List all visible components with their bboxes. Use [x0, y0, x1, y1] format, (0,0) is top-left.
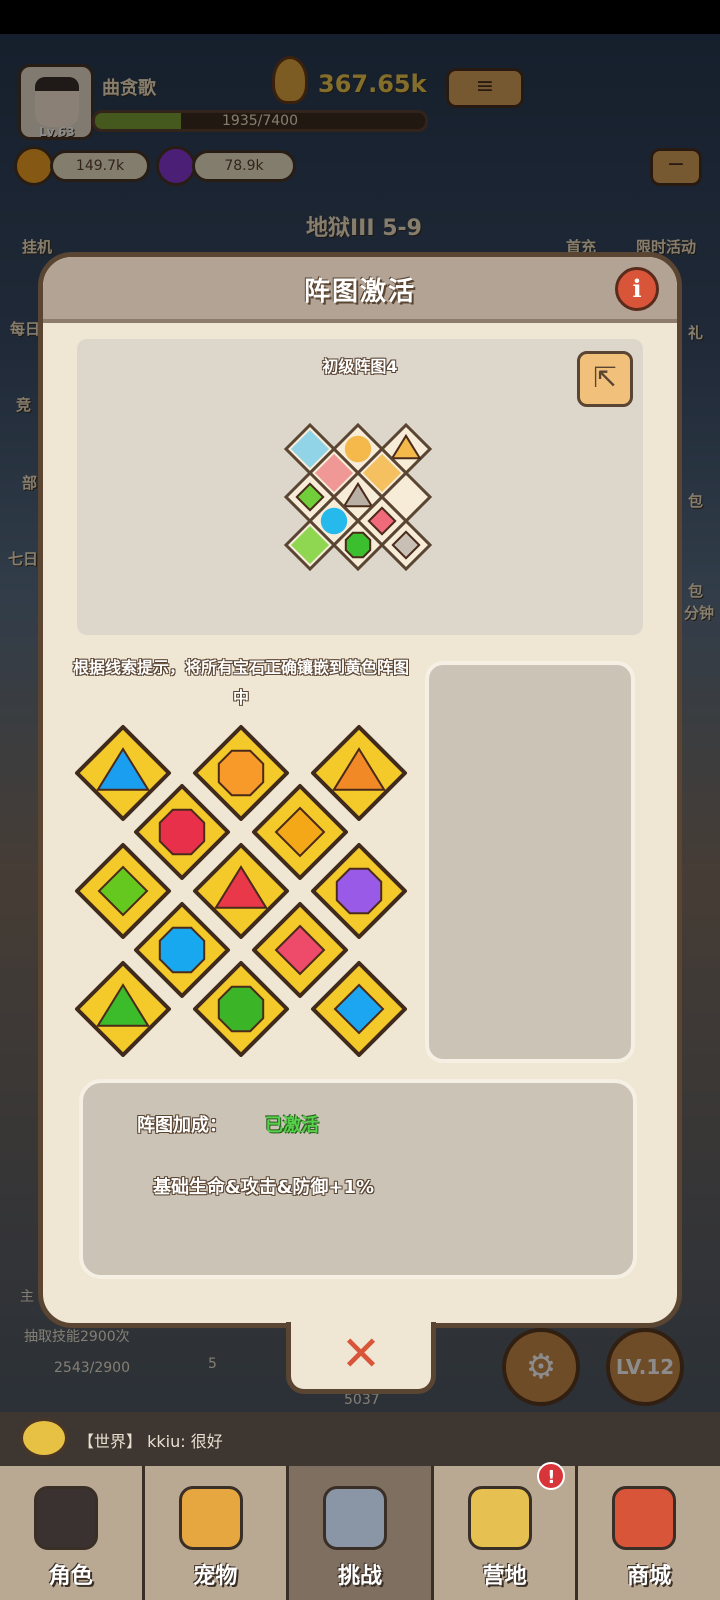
- dialog-header: 阵图激活 i: [43, 257, 677, 323]
- chat-text: kkiu: 很好: [147, 1432, 223, 1451]
- info-icon[interactable]: i: [615, 267, 659, 311]
- nav-label: 商城: [627, 1564, 672, 1589]
- nav-label: 宠物: [193, 1564, 238, 1589]
- pet-icon: [178, 1486, 243, 1550]
- chat-channel: 【世界】: [78, 1432, 143, 1451]
- close-icon: ✕: [340, 1326, 382, 1382]
- bonus-panel: 阵图加成： 已激活 基础生命&攻击&防御+1%: [79, 1079, 637, 1279]
- nav-label: 营地: [482, 1564, 527, 1589]
- formation-preview-panel: 初级阵图4 ⇱: [77, 339, 643, 635]
- gem-circle: [344, 435, 372, 463]
- chat-bar[interactable]: 【世界】 kkiu: 很好: [0, 1412, 720, 1468]
- sword-icon: [323, 1486, 388, 1550]
- notification-badge: !: [537, 1462, 566, 1490]
- bottom-nav: 角色 宠物 挑战 ! 营地 商城: [0, 1462, 720, 1600]
- bonus-label: 阵图加成：: [137, 1115, 227, 1136]
- nav-label: 挑战: [337, 1564, 382, 1589]
- status-bar: [0, 0, 720, 34]
- gem-octagon[interactable]: [217, 749, 265, 797]
- nav-shop[interactable]: 商城: [578, 1466, 720, 1600]
- formation-activation-dialog: 阵图激活 i 初级阵图4 ⇱ 根据线索提示，将所有宝石正确镶嵌到黄色阵图中 阵图…: [38, 252, 682, 1328]
- nav-camp[interactable]: ! 营地: [433, 1462, 579, 1600]
- dialog-title: 阵图激活: [303, 277, 416, 307]
- nav-challenge[interactable]: 挑战: [289, 1466, 434, 1600]
- chat-message: 【世界】 kkiu: 很好: [78, 1428, 223, 1452]
- bonus-status: 已激活: [265, 1115, 319, 1136]
- gem-octagon[interactable]: [217, 985, 265, 1033]
- bonus-effect: 基础生命&攻击&防御+1%: [153, 1177, 375, 1198]
- gem-inventory: [75, 725, 407, 1057]
- gem-drop-slot[interactable]: [425, 661, 635, 1063]
- close-button[interactable]: ✕: [286, 1322, 436, 1394]
- gem-octagon: [344, 531, 372, 559]
- nav-pet[interactable]: 宠物: [144, 1466, 290, 1600]
- camp-icon: [467, 1486, 532, 1550]
- gem-octagon[interactable]: [158, 926, 206, 974]
- shop-icon: [612, 1486, 677, 1550]
- nav-label: 角色: [48, 1564, 93, 1589]
- gem-circle: [320, 507, 348, 535]
- character-icon: [34, 1486, 98, 1550]
- gem-octagon[interactable]: [335, 867, 383, 915]
- nav-character[interactable]: 角色: [0, 1466, 145, 1600]
- chat-bubble-icon[interactable]: [20, 1418, 68, 1458]
- gem-octagon[interactable]: [158, 808, 206, 856]
- hint-text: 根据线索提示，将所有宝石正确镶嵌到黄色阵图中: [73, 658, 410, 707]
- formation-mini-grid: [283, 422, 433, 572]
